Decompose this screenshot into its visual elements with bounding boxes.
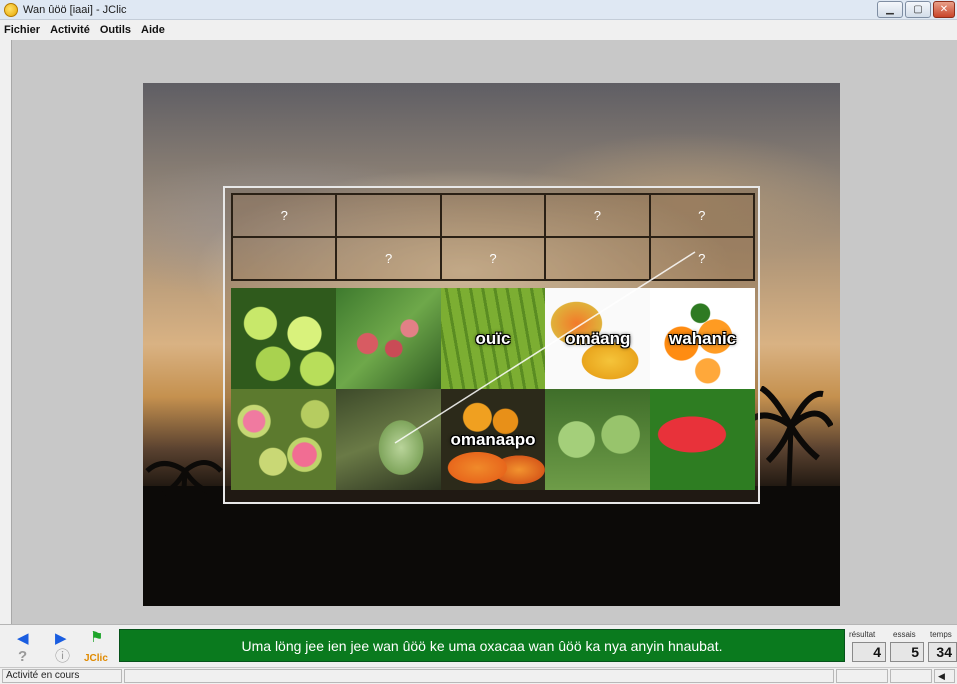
picture-label: omanaapo [450, 429, 536, 449]
menu-fichier[interactable]: Fichier [4, 24, 40, 36]
nav-buttons: ◀ ▶ ⚑ ? ⓘ JClic [12, 629, 112, 665]
mango-photo[interactable]: omäang [545, 288, 651, 389]
banana-photo[interactable]: ouïc [440, 288, 546, 389]
activity-stage: ? ? ? ? ? ? ouïc omäang wahanic omanaapo [11, 40, 957, 624]
question-cell[interactable] [336, 194, 441, 237]
status-bar: Activité en cours ◀ [0, 667, 957, 684]
flag-icon[interactable]: ⚑ [90, 630, 103, 646]
title-bar: Wan ûöö [iaai] - JClic ▁ ▢ ✕ [0, 0, 957, 20]
jclic-app-icon [4, 2, 18, 17]
orange-photo[interactable]: wahanic [650, 288, 755, 389]
question-cell[interactable] [440, 194, 546, 237]
status-text: Activité en cours [2, 669, 122, 683]
picture-grid: ouïc omäang wahanic omanaapo [231, 288, 755, 490]
score-counters: résultat essais temps 4 5 34 [849, 628, 957, 664]
palm-tree-left-icon [145, 460, 223, 506]
watermelon-photo[interactable] [650, 389, 755, 490]
minimize-button[interactable]: ▁ [877, 1, 903, 18]
coconut-photo[interactable] [335, 389, 441, 490]
activity-message: Uma löng jee ien jee wan ûöö ke uma oxac… [119, 629, 845, 662]
essais-value: 5 [890, 642, 924, 662]
temps-value: 34 [928, 642, 957, 662]
picture-label: ouïc [475, 328, 511, 348]
picture-label: wahanic [669, 328, 737, 348]
guava-photo[interactable] [231, 389, 336, 490]
question-cell[interactable]: ? [440, 237, 546, 280]
lime-photo[interactable] [231, 288, 336, 389]
question-cell[interactable]: ? [649, 194, 754, 237]
menu-outils[interactable]: Outils [100, 24, 131, 36]
jclic-logo[interactable]: JClic [84, 651, 108, 667]
speaker-icon[interactable]: ◀ [934, 669, 955, 683]
status-segment [836, 669, 888, 683]
next-arrow-icon[interactable]: ▶ [55, 631, 67, 647]
window-controls: ▁ ▢ ✕ [877, 1, 955, 18]
papaya-photo[interactable]: omanaapo [440, 389, 546, 490]
status-segment [124, 669, 834, 683]
previous-arrow-icon[interactable]: ◀ [17, 631, 29, 647]
question-cell[interactable] [232, 237, 337, 280]
question-grid: ? ? ? ? ? ? [231, 193, 755, 281]
puzzle-board: ? ? ? ? ? ? ouïc omäang wahanic omanaapo [223, 186, 760, 504]
resultat-label: résultat [849, 630, 876, 639]
temps-label: temps [930, 630, 952, 639]
help-icon[interactable]: ? [18, 649, 27, 665]
rose-apple-photo[interactable] [335, 288, 441, 389]
sugar-apple-photo[interactable] [545, 389, 651, 490]
tree-silhouette [143, 486, 840, 606]
info-icon[interactable]: ⓘ [55, 649, 70, 665]
menu-activite[interactable]: Activité [50, 24, 90, 36]
resultat-value: 4 [852, 642, 886, 662]
maximize-button[interactable]: ▢ [905, 1, 931, 18]
essais-label: essais [893, 630, 916, 639]
menu-aide[interactable]: Aide [141, 24, 165, 36]
window-title: Wan ûöö [iaai] - JClic [23, 3, 127, 16]
bottom-toolbar: ◀ ▶ ⚑ ? ⓘ JClic Uma löng jee ien jee wan… [0, 624, 957, 667]
question-cell[interactable] [545, 237, 650, 280]
menu-bar: Fichier Activité Outils Aide [0, 20, 957, 40]
sunset-background: ? ? ? ? ? ? ouïc omäang wahanic omanaapo [143, 83, 840, 606]
question-cell[interactable]: ? [336, 237, 441, 280]
question-cell[interactable]: ? [649, 237, 754, 280]
status-segment [890, 669, 932, 683]
question-cell[interactable]: ? [545, 194, 650, 237]
close-button[interactable]: ✕ [933, 1, 955, 18]
picture-label: omäang [565, 328, 631, 348]
question-cell[interactable]: ? [232, 194, 337, 237]
